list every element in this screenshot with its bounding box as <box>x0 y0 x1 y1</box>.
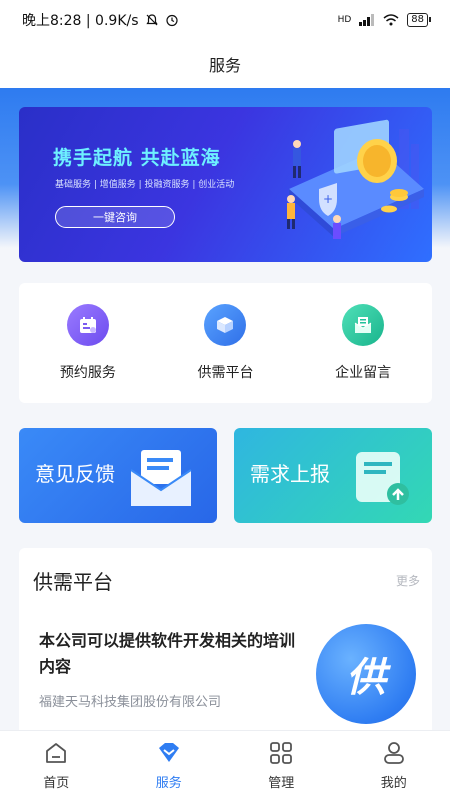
home-icon <box>46 743 67 763</box>
quick-actions: 预约服务 供需平台 企业留言 <box>19 283 432 403</box>
bottom-tab-bar: 首页 服务 管理 我的 <box>0 730 450 800</box>
quick-action-icon-wrap <box>66 304 109 346</box>
post-title[interactable]: 本公司可以提供软件开发相关的培训内容 <box>39 628 309 680</box>
profile-icon <box>383 742 404 764</box>
signal-icon <box>359 14 375 26</box>
tab-label: 管理 <box>268 776 295 791</box>
quick-action-appointment[interactable]: 预约服务 <box>33 304 143 382</box>
status-right: HD 88 <box>337 13 431 27</box>
feedback-card[interactable]: 意见反馈 <box>19 428 217 523</box>
battery-indicator: 88 <box>407 13 431 27</box>
wifi-icon <box>383 14 399 26</box>
service-icon <box>158 743 179 762</box>
status-left: 晚上8:28 | 0.9K/s <box>22 10 179 30</box>
banner-headline: 携手起航 共赴蓝海 <box>53 147 221 169</box>
svg-text:+: + <box>323 192 333 206</box>
page-header: 服务 <box>0 40 450 88</box>
tab-profile[interactable]: 我的 <box>354 740 434 791</box>
envelope-icon <box>131 450 192 506</box>
status-bar: 晚上8:28 | 0.9K/s HD 88 <box>0 0 450 40</box>
post-company: 福建天马科技集团股份有限公司 <box>39 695 222 710</box>
tab-home[interactable]: 首页 <box>16 740 96 791</box>
quick-action-supply-platform[interactable]: 供需平台 <box>170 304 280 382</box>
page-title: 服务 <box>208 56 241 75</box>
upload-document-icon <box>356 452 409 505</box>
more-link[interactable]: 更多 <box>396 572 420 589</box>
section-title: 供需平台 <box>33 570 113 594</box>
tab-label: 首页 <box>43 776 70 791</box>
signal-hd-label: HD <box>337 15 352 25</box>
quick-action-label: 供需平台 <box>197 365 254 381</box>
grid-icon <box>270 742 293 764</box>
report-card[interactable]: 需求上报 <box>234 428 432 523</box>
banner-illustration: + <box>287 119 424 239</box>
status-time-speed: 晚上8:28 | 0.9K/s <box>22 13 139 29</box>
mail-icon <box>354 317 372 333</box>
feedback-card-label: 意见反馈 <box>35 462 115 486</box>
cube-icon <box>217 317 234 333</box>
quick-action-icon-wrap <box>342 304 385 346</box>
tab-label: 服务 <box>155 776 182 791</box>
post-badge: 供 <box>316 624 416 724</box>
mute-icon <box>145 14 158 26</box>
alarm-icon <box>165 14 178 27</box>
consult-button[interactable]: 一键咨询 <box>55 206 175 228</box>
tab-manage[interactable]: 管理 <box>241 740 321 791</box>
banner-subline: 基础服务 | 增值服务 | 投融资服务 | 创业活动 <box>55 180 235 190</box>
promo-banner[interactable]: 携手起航 共赴蓝海 基础服务 | 增值服务 | 投融资服务 | 创业活动 一键咨… <box>19 107 432 262</box>
report-card-label: 需求上报 <box>250 462 330 486</box>
tab-service[interactable]: 服务 <box>129 740 209 791</box>
quick-action-enterprise-message[interactable]: 企业留言 <box>308 304 418 382</box>
quick-action-label: 企业留言 <box>335 365 392 381</box>
tab-label: 我的 <box>380 776 407 791</box>
calendar-icon <box>79 317 96 333</box>
quick-action-icon-wrap <box>204 304 247 346</box>
supply-section: 供需平台 更多 本公司可以提供软件开发相关的培训内容 福建天马科技集团股份有限公… <box>19 548 432 738</box>
quick-action-label: 预约服务 <box>59 365 116 381</box>
